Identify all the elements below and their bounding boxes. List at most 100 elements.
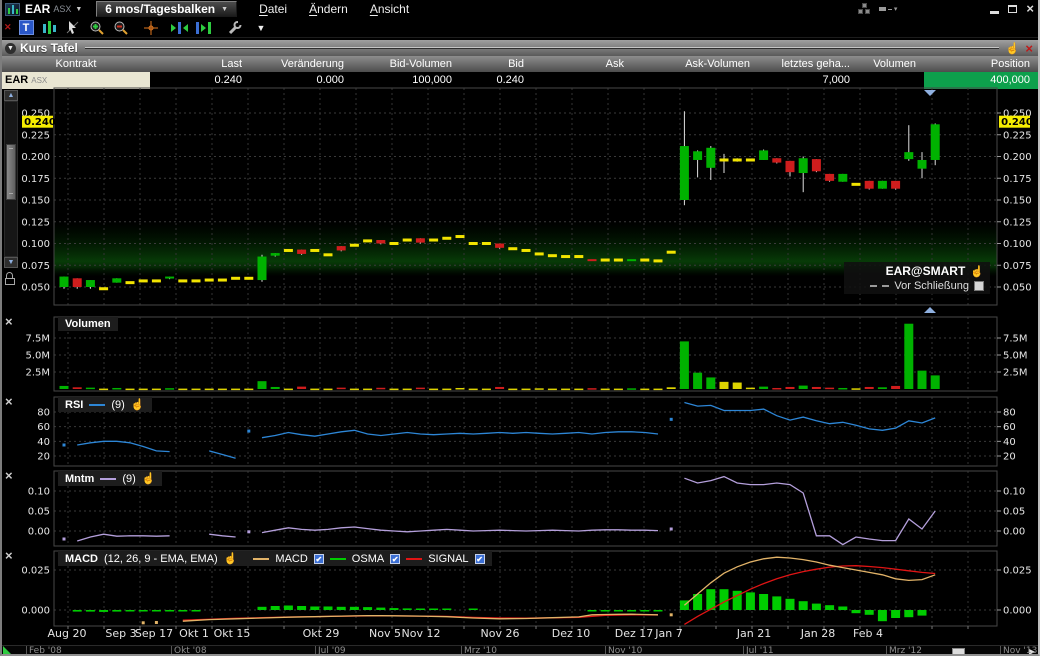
timeline-label: Mrz '10 xyxy=(461,646,497,656)
svg-text:20: 20 xyxy=(1003,452,1016,463)
scroll-up-button[interactable]: ▲ xyxy=(4,90,18,101)
x-axis-label: Sep 17 xyxy=(135,627,173,640)
x-axis-label: Sep 3 xyxy=(105,627,136,640)
svg-text:60: 60 xyxy=(1003,422,1016,433)
price-scrollbar-track[interactable] xyxy=(4,101,18,257)
svg-text:0.175: 0.175 xyxy=(21,174,50,185)
svg-text:20: 20 xyxy=(37,452,50,463)
mntm-line-swatch xyxy=(100,478,116,480)
macd-line-swatch xyxy=(253,558,269,560)
x-axis-label: Okt 15 xyxy=(214,627,251,640)
price-legend: EAR@SMART ☝ Vor Schließung xyxy=(844,262,990,294)
svg-text:0.10: 0.10 xyxy=(28,487,50,498)
price-scrollbar-thumb[interactable] xyxy=(6,144,16,200)
rsi-line xyxy=(63,403,936,459)
svg-text:0.200: 0.200 xyxy=(1003,152,1032,163)
svg-text:0.240: 0.240 xyxy=(24,117,56,128)
svg-text:0.000: 0.000 xyxy=(21,606,50,617)
svg-text:0.100: 0.100 xyxy=(21,239,50,250)
timeline-thumb[interactable] xyxy=(952,648,965,655)
svg-text:0.225: 0.225 xyxy=(21,130,50,141)
svg-text:0.150: 0.150 xyxy=(21,196,50,207)
svg-text:0.200: 0.200 xyxy=(21,152,50,163)
timeline-scrollbar[interactable]: ▶ Feb '08Okt '08Jul '09Mrz '10Nov '10Jul… xyxy=(2,645,1038,656)
svg-text:0.175: 0.175 xyxy=(1003,174,1032,185)
unlock-icon[interactable] xyxy=(5,272,16,285)
svg-text:0.025: 0.025 xyxy=(1003,566,1032,577)
x-axis-label: Okt 1 xyxy=(179,627,209,640)
timeline-label: Okt '08 xyxy=(171,646,207,656)
x-axis-label: Okt 29 xyxy=(303,627,340,640)
close-mntm-panel-button[interactable]: × xyxy=(5,470,18,482)
rsi-line-swatch xyxy=(89,404,105,406)
x-axis-labels: Aug 20Sep 3Sep 17Okt 1Okt 15Okt 29Nov 5N… xyxy=(2,627,1038,643)
svg-text:0.075: 0.075 xyxy=(1003,261,1032,272)
series-title: EAR@SMART xyxy=(886,264,966,278)
timeline-label: Nov '13 xyxy=(1000,646,1037,656)
svg-text:0.05: 0.05 xyxy=(28,507,50,518)
close-macd-panel-button[interactable]: × xyxy=(5,550,18,562)
timeline-label: Nov '10 xyxy=(605,646,642,656)
vol-panel-border xyxy=(54,317,997,391)
svg-text:0.075: 0.075 xyxy=(21,261,50,272)
svg-text:5.0M: 5.0M xyxy=(25,351,50,362)
rsi-panel-label: RSI (9) ☝ xyxy=(58,397,152,412)
svg-text:2.5M: 2.5M xyxy=(25,368,50,379)
svg-text:80: 80 xyxy=(1003,408,1016,419)
svg-text:40: 40 xyxy=(37,437,50,448)
signal-line xyxy=(183,566,935,625)
x-axis-label: Aug 20 xyxy=(48,627,87,640)
x-axis-label: Jan 28 xyxy=(801,627,835,640)
pre-close-label: Vor Schließung xyxy=(894,280,969,292)
svg-text:0.240: 0.240 xyxy=(1001,117,1033,128)
x-axis-label: Jan 21 xyxy=(737,627,771,640)
panel-resize-handle-up[interactable] xyxy=(924,307,936,313)
hand-icon[interactable]: ☝ xyxy=(970,265,984,278)
svg-text:0.025: 0.025 xyxy=(21,566,50,577)
macd-line xyxy=(142,557,936,624)
signal-line-swatch xyxy=(406,558,422,560)
resize-grip[interactable] xyxy=(3,646,12,655)
pre-close-checkbox[interactable] xyxy=(974,281,984,291)
hand-icon[interactable]: ☝ xyxy=(142,472,156,485)
x-axis-label: Dez 10 xyxy=(552,627,591,640)
panel-resize-handle-down[interactable] xyxy=(924,90,936,96)
x-axis-label: Dez 17 xyxy=(615,627,654,640)
osma-checkbox[interactable]: ✔ xyxy=(390,554,400,564)
scroll-down-button[interactable]: ▼ xyxy=(4,257,18,268)
svg-text:5.0M: 5.0M xyxy=(1003,351,1028,362)
x-axis-label: Nov 5 xyxy=(369,627,401,640)
signal-checkbox[interactable]: ✔ xyxy=(475,554,485,564)
svg-text:0.05: 0.05 xyxy=(1003,507,1025,518)
hand-icon[interactable]: ☝ xyxy=(131,398,145,411)
volume-panel-label: Volumen xyxy=(58,317,118,331)
macd-panel-label: MACD (12, 26, 9 - EMA, EMA) ☝ MACD ✔ OSM… xyxy=(58,551,492,566)
mntm-panel-border xyxy=(54,471,997,546)
svg-text:0.225: 0.225 xyxy=(1003,130,1032,141)
svg-text:0.150: 0.150 xyxy=(1003,196,1032,207)
svg-text:0.125: 0.125 xyxy=(1003,217,1032,228)
close-rsi-panel-button[interactable]: × xyxy=(5,396,18,408)
hand-icon[interactable]: ☝ xyxy=(224,552,238,565)
close-volume-panel-button[interactable]: × xyxy=(5,316,18,328)
timeline-label: Jul '09 xyxy=(315,646,346,656)
svg-text:0.000: 0.000 xyxy=(1003,606,1032,617)
svg-text:0.10: 0.10 xyxy=(1003,487,1025,498)
svg-text:7.5M: 7.5M xyxy=(1003,334,1028,345)
svg-text:0.100: 0.100 xyxy=(1003,239,1032,250)
svg-text:0.050: 0.050 xyxy=(1003,283,1032,294)
grid xyxy=(54,88,997,626)
chart-window: EAR ASX ▼ 6 mos/Tagesbalken▼ Datei Änder… xyxy=(0,0,1040,656)
x-axis-label: Nov 26 xyxy=(481,627,520,640)
osma-line-swatch xyxy=(330,558,346,560)
svg-text:7.5M: 7.5M xyxy=(25,334,50,345)
svg-text:0.00: 0.00 xyxy=(1003,527,1025,538)
mntm-panel-label: Mntm (9) ☝ xyxy=(58,471,162,486)
timeline-label: Mrz '12 xyxy=(886,646,922,656)
timeline-label: Jul '11 xyxy=(743,646,774,656)
macd-checkbox[interactable]: ✔ xyxy=(314,554,324,564)
svg-text:0.125: 0.125 xyxy=(21,217,50,228)
svg-text:40: 40 xyxy=(1003,437,1016,448)
x-axis-label: Feb 4 xyxy=(853,627,883,640)
x-axis-label: Nov 12 xyxy=(402,627,441,640)
